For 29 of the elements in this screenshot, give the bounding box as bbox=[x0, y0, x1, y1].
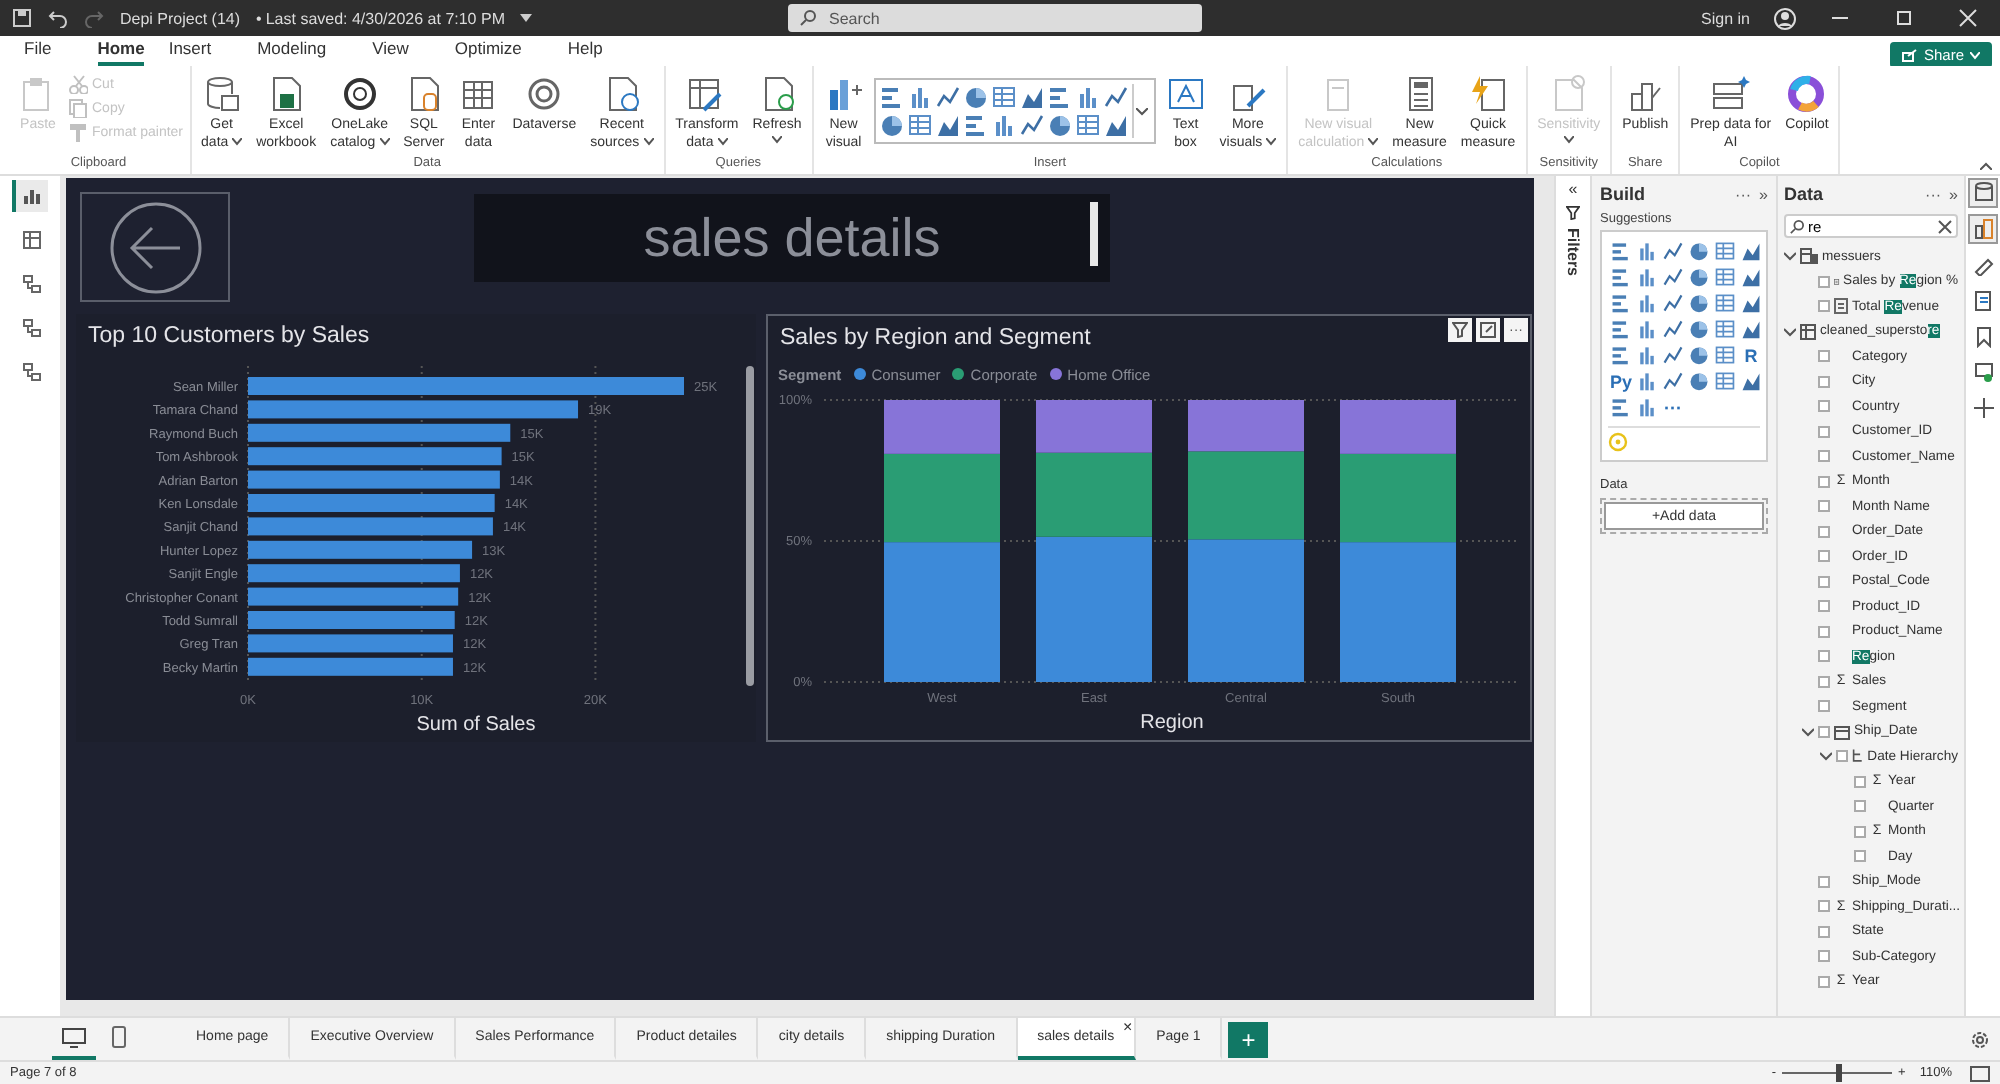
visual-type-button[interactable]: R bbox=[1738, 342, 1764, 368]
chart-title: Sales by Region and Segment bbox=[780, 326, 1091, 354]
filters-pane-title[interactable]: Filters bbox=[1564, 228, 1582, 277]
search-field[interactable]: Search bbox=[788, 4, 1203, 32]
sign-in-link[interactable]: Sign in bbox=[1701, 9, 1750, 27]
separator-dot: • bbox=[256, 9, 262, 27]
expand-pane-button[interactable]: « bbox=[1568, 180, 1578, 198]
close-tab-button[interactable]: × bbox=[1122, 1018, 1133, 1036]
more-options-button[interactable]: ··· bbox=[1735, 185, 1752, 203]
menu-tab[interactable]: File bbox=[24, 37, 74, 65]
file-title: Depi Project (14) bbox=[120, 9, 241, 27]
collapse-pane-button[interactable]: » bbox=[1759, 185, 1768, 203]
menu-tab[interactable]: View bbox=[372, 37, 431, 65]
last-saved-text[interactable]: Last saved: 4/30/2026 at 7:10 PM bbox=[265, 9, 505, 27]
more-options-button[interactable]: ··· bbox=[1925, 185, 1942, 203]
chart-title: Top 10 Customers by Sales bbox=[88, 324, 370, 352]
axis-title: Region bbox=[1140, 712, 1204, 734]
menu-tab[interactable]: Insert bbox=[168, 37, 234, 65]
pane-title: Data bbox=[1784, 184, 1826, 204]
add-page-button[interactable]: + bbox=[1228, 1022, 1269, 1058]
pane-title: Build bbox=[1600, 184, 1647, 204]
menu-tab[interactable]: Help bbox=[567, 37, 625, 65]
menu-tab[interactable]: Optimize bbox=[454, 37, 544, 65]
axis-title: Sum of Sales bbox=[416, 714, 536, 736]
visual-type-button[interactable]: Py bbox=[1608, 368, 1634, 394]
report-title: sales details bbox=[643, 207, 941, 269]
visual-type-button[interactable]: ··· bbox=[1660, 394, 1686, 420]
collapse-pane-button[interactable]: » bbox=[1949, 185, 1958, 203]
menu-tab[interactable]: Modeling bbox=[257, 37, 349, 65]
